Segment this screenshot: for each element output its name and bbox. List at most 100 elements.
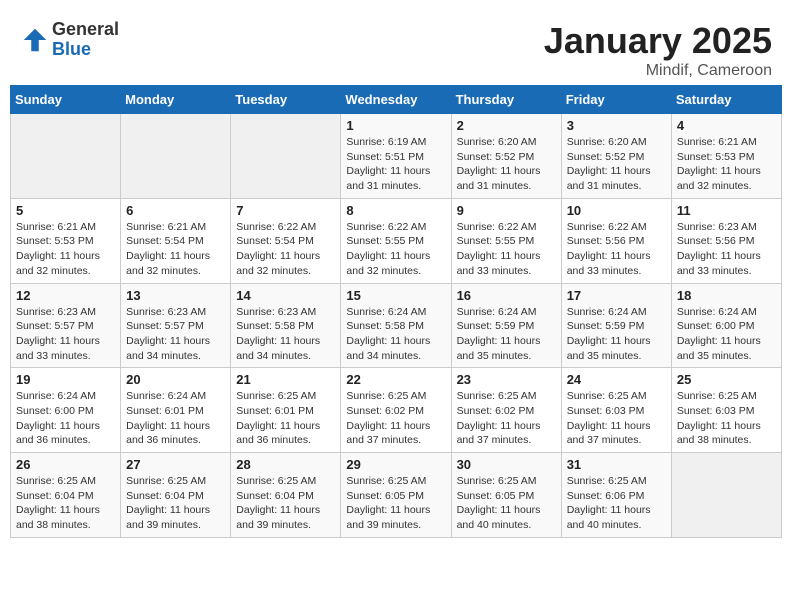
- day-info: Sunrise: 6:21 AMSunset: 5:53 PMDaylight:…: [677, 135, 776, 194]
- day-number: 13: [126, 288, 225, 303]
- calendar-cell: 2 Sunrise: 6:20 AMSunset: 5:52 PMDaylight…: [451, 114, 561, 199]
- day-number: 18: [677, 288, 776, 303]
- calendar-table: SundayMondayTuesdayWednesdayThursdayFrid…: [10, 85, 782, 538]
- logo: General Blue: [20, 20, 119, 60]
- logo-text: General Blue: [52, 20, 119, 60]
- day-number: 5: [16, 203, 115, 218]
- calendar-cell: 29 Sunrise: 6:25 AMSunset: 6:05 PMDayligh…: [341, 453, 451, 538]
- calendar-week-row: 19Sunrise: 6:24 AMSunset: 6:00 PMDayligh…: [11, 368, 782, 453]
- day-number: 16: [457, 288, 556, 303]
- col-header-thursday: Thursday: [451, 86, 561, 114]
- col-header-wednesday: Wednesday: [341, 86, 451, 114]
- col-header-saturday: Saturday: [671, 86, 781, 114]
- calendar-cell: [231, 114, 341, 199]
- calendar-cell: 31Sunrise: 6:25 AMSunset: 6:06 PMDayligh…: [561, 453, 671, 538]
- calendar-cell: 12 Sunrise: 6:23 AMSunset: 5:57 PMDayligh…: [11, 283, 121, 368]
- calendar-cell: 14Sunrise: 6:23 AMSunset: 5:58 PMDayligh…: [231, 283, 341, 368]
- calendar-cell: 18 Sunrise: 6:24 AMSunset: 6:00 PMDayligh…: [671, 283, 781, 368]
- day-info: Sunrise: 6:23 AMSunset: 5:56 PMDaylight:…: [677, 220, 776, 279]
- calendar-cell: 17 Sunrise: 6:24 AMSunset: 5:59 PMDayligh…: [561, 283, 671, 368]
- day-info: Sunrise: 6:22 AMSunset: 5:56 PMDaylight:…: [567, 220, 666, 279]
- calendar-cell: 5 Sunrise: 6:21 AMSunset: 5:53 PMDaylight…: [11, 198, 121, 283]
- day-info: Sunrise: 6:21 AMSunset: 5:53 PMDaylight:…: [16, 220, 115, 279]
- day-number: 2: [457, 118, 556, 133]
- calendar-cell: 8 Sunrise: 6:22 AMSunset: 5:55 PMDaylight…: [341, 198, 451, 283]
- day-info: Sunrise: 6:23 AMSunset: 5:57 PMDaylight:…: [16, 305, 115, 364]
- day-info: Sunrise: 6:25 AMSunset: 6:04 PMDaylight:…: [126, 474, 225, 533]
- day-info: Sunrise: 6:24 AMSunset: 5:59 PMDaylight:…: [457, 305, 556, 364]
- day-number: 12: [16, 288, 115, 303]
- calendar-cell: 1Sunrise: 6:19 AMSunset: 5:51 PMDaylight…: [341, 114, 451, 199]
- day-number: 7: [236, 203, 335, 218]
- day-info: Sunrise: 6:20 AMSunset: 5:52 PMDaylight:…: [567, 135, 666, 194]
- day-number: 11: [677, 203, 776, 218]
- col-header-sunday: Sunday: [11, 86, 121, 114]
- day-number: 15: [346, 288, 445, 303]
- day-info: Sunrise: 6:23 AMSunset: 5:57 PMDaylight:…: [126, 305, 225, 364]
- col-header-friday: Friday: [561, 86, 671, 114]
- day-number: 31: [567, 457, 666, 472]
- day-info: Sunrise: 6:25 AMSunset: 6:02 PMDaylight:…: [346, 389, 445, 448]
- day-number: 23: [457, 372, 556, 387]
- day-info: Sunrise: 6:25 AMSunset: 6:03 PMDaylight:…: [567, 389, 666, 448]
- day-number: 8: [346, 203, 445, 218]
- day-number: 3: [567, 118, 666, 133]
- col-header-tuesday: Tuesday: [231, 86, 341, 114]
- calendar-cell: 11 Sunrise: 6:23 AMSunset: 5:56 PMDayligh…: [671, 198, 781, 283]
- day-info: Sunrise: 6:25 AMSunset: 6:01 PMDaylight:…: [236, 389, 335, 448]
- day-number: 17: [567, 288, 666, 303]
- calendar-cell: 20 Sunrise: 6:24 AMSunset: 6:01 PMDayligh…: [121, 368, 231, 453]
- calendar-cell: 26Sunrise: 6:25 AMSunset: 6:04 PMDayligh…: [11, 453, 121, 538]
- day-number: 30: [457, 457, 556, 472]
- logo-blue-text: Blue: [52, 40, 119, 60]
- day-info: Sunrise: 6:20 AMSunset: 5:52 PMDaylight:…: [457, 135, 556, 194]
- day-info: Sunrise: 6:25 AMSunset: 6:05 PMDaylight:…: [457, 474, 556, 533]
- calendar-cell: 9 Sunrise: 6:22 AMSunset: 5:55 PMDaylight…: [451, 198, 561, 283]
- day-info: Sunrise: 6:22 AMSunset: 5:55 PMDaylight:…: [346, 220, 445, 279]
- day-number: 9: [457, 203, 556, 218]
- calendar-cell: 23 Sunrise: 6:25 AMSunset: 6:02 PMDayligh…: [451, 368, 561, 453]
- day-info: Sunrise: 6:23 AMSunset: 5:58 PMDaylight:…: [236, 305, 335, 364]
- day-number: 25: [677, 372, 776, 387]
- calendar-cell: 25 Sunrise: 6:25 AMSunset: 6:03 PMDayligh…: [671, 368, 781, 453]
- logo-general-text: General: [52, 20, 119, 40]
- calendar-cell: 7 Sunrise: 6:22 AMSunset: 5:54 PMDaylight…: [231, 198, 341, 283]
- day-number: 29: [346, 457, 445, 472]
- calendar-cell: 3 Sunrise: 6:20 AMSunset: 5:52 PMDaylight…: [561, 114, 671, 199]
- col-header-monday: Monday: [121, 86, 231, 114]
- calendar-cell: 16 Sunrise: 6:24 AMSunset: 5:59 PMDayligh…: [451, 283, 561, 368]
- day-number: 22: [346, 372, 445, 387]
- calendar-cell: 6 Sunrise: 6:21 AMSunset: 5:54 PMDaylight…: [121, 198, 231, 283]
- calendar-cell: 15 Sunrise: 6:24 AMSunset: 5:58 PMDayligh…: [341, 283, 451, 368]
- day-info: Sunrise: 6:22 AMSunset: 5:55 PMDaylight:…: [457, 220, 556, 279]
- calendar-cell: 28Sunrise: 6:25 AMSunset: 6:04 PMDayligh…: [231, 453, 341, 538]
- day-number: 28: [236, 457, 335, 472]
- day-number: 20: [126, 372, 225, 387]
- calendar-subtitle: Mindif, Cameroon: [544, 62, 772, 80]
- day-number: 26: [16, 457, 115, 472]
- day-number: 6: [126, 203, 225, 218]
- day-info: Sunrise: 6:19 AMSunset: 5:51 PMDaylight:…: [346, 135, 445, 194]
- day-number: 24: [567, 372, 666, 387]
- day-info: Sunrise: 6:25 AMSunset: 6:05 PMDaylight:…: [346, 474, 445, 533]
- day-info: Sunrise: 6:24 AMSunset: 6:00 PMDaylight:…: [677, 305, 776, 364]
- day-info: Sunrise: 6:24 AMSunset: 5:58 PMDaylight:…: [346, 305, 445, 364]
- page-header: General Blue January 2025 Mindif, Camero…: [10, 10, 782, 85]
- calendar-cell: 19Sunrise: 6:24 AMSunset: 6:00 PMDayligh…: [11, 368, 121, 453]
- calendar-cell: 30 Sunrise: 6:25 AMSunset: 6:05 PMDayligh…: [451, 453, 561, 538]
- day-info: Sunrise: 6:24 AMSunset: 5:59 PMDaylight:…: [567, 305, 666, 364]
- day-info: Sunrise: 6:24 AMSunset: 6:01 PMDaylight:…: [126, 389, 225, 448]
- day-info: Sunrise: 6:25 AMSunset: 6:03 PMDaylight:…: [677, 389, 776, 448]
- calendar-header-row: SundayMondayTuesdayWednesdayThursdayFrid…: [11, 86, 782, 114]
- calendar-cell: 13 Sunrise: 6:23 AMSunset: 5:57 PMDayligh…: [121, 283, 231, 368]
- calendar-cell: [11, 114, 121, 199]
- day-info: Sunrise: 6:21 AMSunset: 5:54 PMDaylight:…: [126, 220, 225, 279]
- day-number: 21: [236, 372, 335, 387]
- title-block: January 2025 Mindif, Cameroon: [544, 20, 772, 80]
- day-info: Sunrise: 6:22 AMSunset: 5:54 PMDaylight:…: [236, 220, 335, 279]
- calendar-week-row: 1Sunrise: 6:19 AMSunset: 5:51 PMDaylight…: [11, 114, 782, 199]
- calendar-cell: [121, 114, 231, 199]
- calendar-week-row: 26 Sunrise: 6:25 AMSunset: 6:04 PMDayligh…: [11, 453, 782, 538]
- day-info: Sunrise: 6:25 AMSunset: 6:02 PMDaylight:…: [457, 389, 556, 448]
- calendar-cell: 24 Sunrise: 6:25 AMSunset: 6:03 PMDayligh…: [561, 368, 671, 453]
